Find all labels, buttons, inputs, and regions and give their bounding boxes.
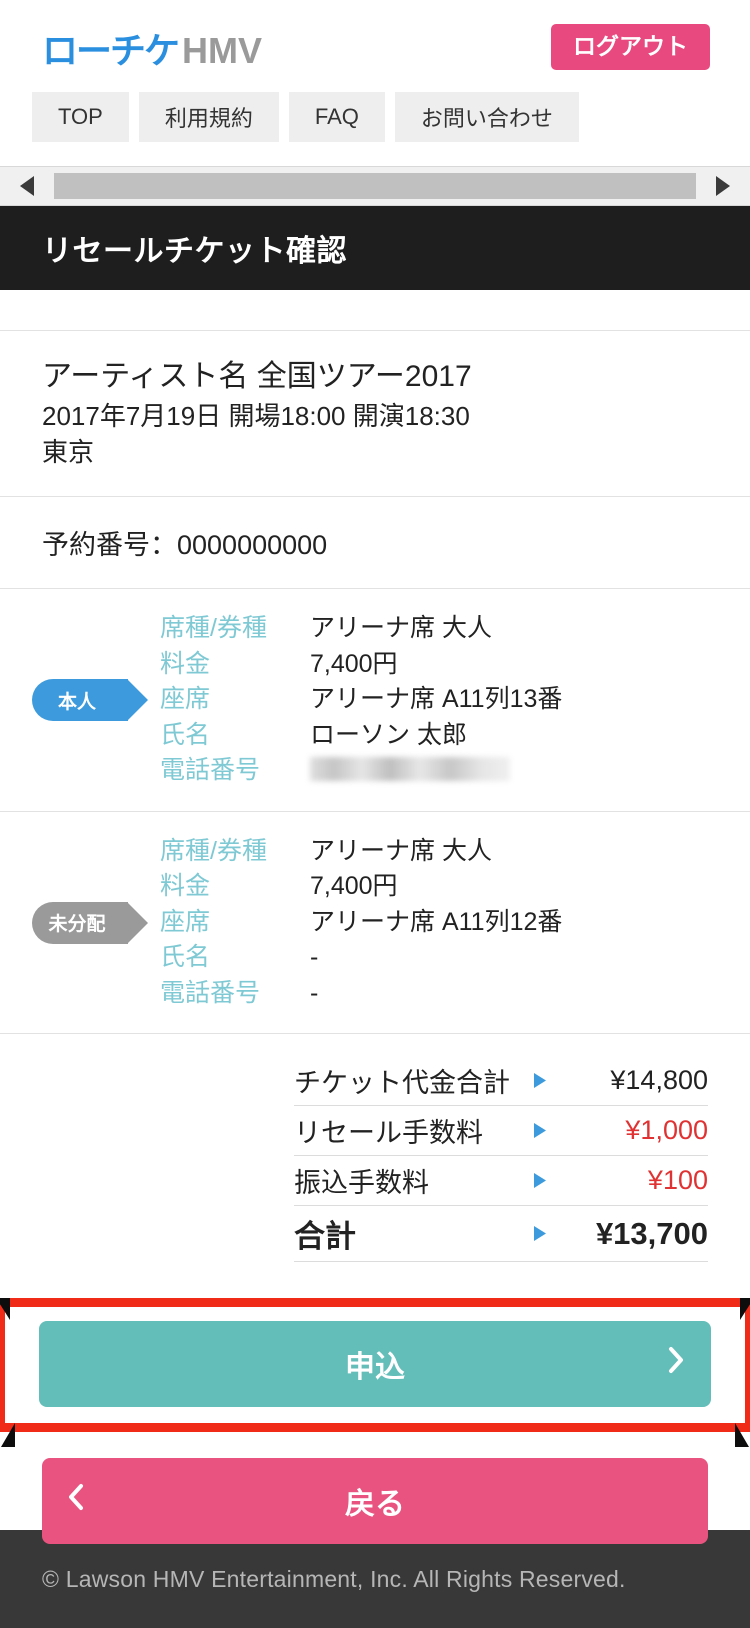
summary-row-transfer-fee: 振込手数料 ¥100: [294, 1156, 708, 1207]
field-value-name: -: [310, 943, 319, 972]
horizontal-scrollbar[interactable]: [0, 166, 750, 206]
page-title: リセールチケット確認: [42, 235, 347, 268]
summary-row-resale-fee: リセール手数料 ¥1,000: [294, 1106, 708, 1157]
chevron-left-icon: [68, 1483, 85, 1519]
field-label-name: 氏名: [160, 943, 211, 972]
ticket-fields: 席種/券種 アリーナ席 大人 料金 7,400円 座席 アリーナ席 A11列13…: [160, 611, 750, 789]
summary-row-grand-total: 合計 ¥13,700: [294, 1206, 708, 1263]
nav-item-terms[interactable]: 利用規約: [138, 92, 279, 142]
arrow-right-icon: [510, 1071, 568, 1090]
ticket-field: 座席 アリーナ席 A11列13番: [160, 682, 750, 718]
price-summary: チケット代金合計 ¥14,800 リセール手数料 ¥1,000 振込手数料 ¥1…: [0, 1034, 750, 1273]
nav-item-top[interactable]: TOP: [32, 92, 129, 142]
summary-label: リセール手数料: [294, 1118, 483, 1149]
nav-item-contact[interactable]: お問い合わせ: [394, 92, 579, 142]
field-value-name: ローソン 太郎: [310, 720, 467, 749]
back-button[interactable]: 戻る: [42, 1458, 708, 1545]
page-title-bar: リセールチケット確認: [0, 206, 750, 290]
field-label-price: 料金: [160, 649, 211, 678]
scroll-right-arrow-icon[interactable]: [696, 175, 750, 197]
site-header: ローチケ HMV ログアウト: [0, 0, 750, 92]
arrow-right-icon: [510, 1121, 568, 1140]
event-title: アーティスト名 全国ツアー2017: [42, 360, 472, 393]
status-badge: 本人: [32, 679, 148, 722]
ticket-field: 氏名 -: [160, 940, 750, 976]
site-footer: © Lawson HMV Entertainment, Inc. All Rig…: [0, 1530, 750, 1628]
apply-button[interactable]: 申込: [39, 1321, 711, 1408]
field-value-seat: アリーナ席 A11列12番: [310, 907, 563, 936]
summary-value: ¥14,800: [610, 1065, 708, 1096]
copyright-text: © Lawson HMV Entertainment, Inc. All Rig…: [42, 1565, 626, 1592]
ticket-field: 氏名 ローソン 太郎: [160, 718, 750, 754]
summary-value: ¥13,700: [595, 1215, 708, 1251]
scrollbar-thumb[interactable]: [54, 173, 696, 199]
field-value-seattype: アリーナ席 大人: [310, 836, 492, 865]
primary-nav: TOP 利用規約 FAQ お問い合わせ: [0, 92, 750, 166]
highlight-tail-right: [735, 1423, 749, 1448]
ticket-field: 料金 7,400円: [160, 869, 750, 905]
ticket-badge-container: 未分配: [0, 901, 160, 944]
field-label-seattype: 席種/券種: [160, 614, 267, 643]
logo-text-hmv: HMV: [182, 30, 263, 71]
summary-row-ticket-total: チケット代金合計 ¥14,800: [294, 1056, 708, 1107]
field-label-name: 氏名: [160, 720, 211, 749]
summary-label: 振込手数料: [294, 1168, 429, 1199]
ticket-row: 未分配 席種/券種 アリーナ席 大人 料金 7,400円 座席 アリーナ席 A1…: [0, 811, 750, 1035]
action-area: 申込 戻る: [0, 1298, 750, 1545]
back-button-wrapper: 戻る: [0, 1432, 750, 1545]
spacer: [0, 290, 750, 330]
apply-button-highlight: 申込: [0, 1298, 750, 1448]
chevron-right-icon: [668, 1346, 685, 1382]
ticket-field: 座席 アリーナ席 A11列12番: [160, 905, 750, 941]
event-info: アーティスト名 全国ツアー2017 2017年7月19日 開場18:00 開演1…: [0, 330, 750, 498]
ticket-field: 電話番号: [160, 753, 750, 789]
field-label-phone: 電話番号: [160, 978, 261, 1007]
field-value-price: 7,400円: [310, 649, 398, 678]
back-button-label: 戻る: [345, 1488, 405, 1522]
event-datetime: 2017年7月19日 開場18:00 開演18:30: [42, 400, 470, 431]
apply-button-label: 申込: [345, 1351, 405, 1385]
reservation-number: 予約番号：0000000000: [42, 530, 328, 561]
field-value-seat: アリーナ席 A11列13番: [310, 685, 563, 714]
ticket-field: 電話番号 -: [160, 976, 750, 1012]
logo-text-jp: ローチケ: [42, 30, 180, 71]
field-value-phone: -: [310, 978, 319, 1007]
field-value-price: 7,400円: [310, 872, 398, 901]
field-value-seattype: アリーナ席 大人: [310, 614, 492, 643]
ticket-field: 料金 7,400円: [160, 647, 750, 683]
nav-item-faq[interactable]: FAQ: [288, 92, 385, 142]
field-label-seat: 座席: [160, 907, 211, 936]
summary-value: ¥100: [647, 1165, 708, 1196]
status-badge-label: 本人: [57, 691, 96, 713]
site-logo[interactable]: ローチケ HMV: [42, 22, 262, 74]
status-badge-label: 未分配: [48, 914, 106, 936]
field-label-seat: 座席: [160, 685, 211, 714]
event-venue: 東京: [42, 436, 95, 467]
masked-phone-number: [310, 757, 510, 782]
ticket-field: 席種/券種 アリーナ席 大人: [160, 834, 750, 870]
app-root: ローチケ HMV ログアウト TOP 利用規約 FAQ お問い合わせ リセールチケ…: [0, 0, 750, 1628]
summary-label: チケット代金合計: [294, 1068, 510, 1099]
field-label-seattype: 席種/券種: [160, 836, 267, 865]
ticket-row: 本人 席種/券種 アリーナ席 大人 料金 7,400円 座席 アリーナ席 A11…: [0, 589, 750, 812]
summary-value: ¥1,000: [625, 1115, 708, 1146]
logout-button[interactable]: ログアウト: [551, 24, 710, 70]
field-label-price: 料金: [160, 872, 211, 901]
reservation-info: 予約番号：0000000000: [0, 497, 750, 590]
arrow-right-icon: [510, 1224, 568, 1243]
field-value-phone: [310, 753, 510, 789]
arrow-right-icon: [510, 1171, 568, 1190]
scroll-left-arrow-icon[interactable]: [0, 175, 54, 197]
summary-label: 合計: [294, 1219, 356, 1255]
highlight-tail-left: [1, 1423, 15, 1448]
ticket-field: 席種/券種 アリーナ席 大人: [160, 611, 750, 647]
ticket-badge-container: 本人: [0, 679, 160, 722]
ticket-fields: 席種/券種 アリーナ席 大人 料金 7,400円 座席 アリーナ席 A11列12…: [160, 834, 750, 1012]
field-label-phone: 電話番号: [160, 756, 261, 785]
status-badge: 未分配: [32, 901, 148, 944]
